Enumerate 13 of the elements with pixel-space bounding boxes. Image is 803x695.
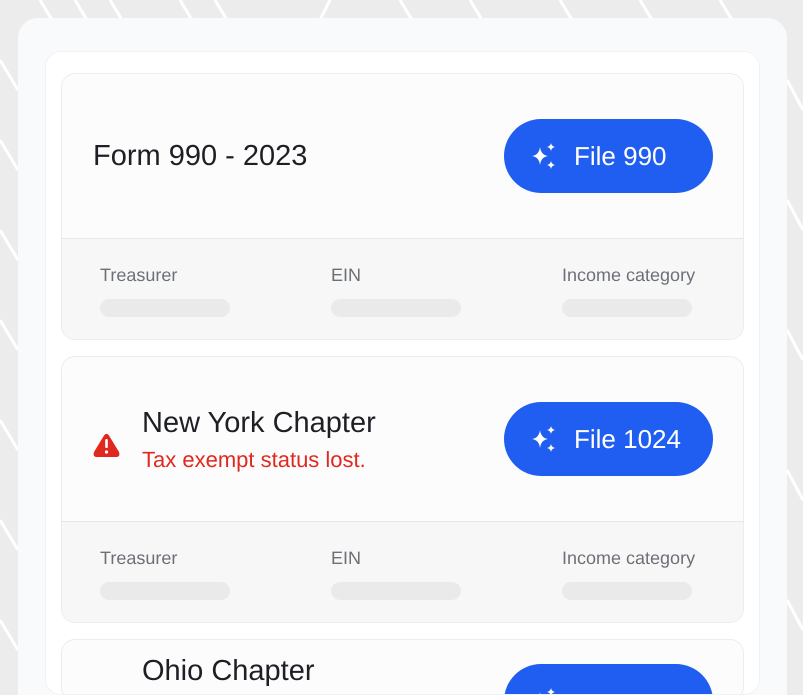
- field-label: Income category: [562, 547, 696, 570]
- field-label: EIN: [331, 547, 362, 570]
- field-label: Income category: [562, 264, 696, 287]
- warning-icon: [93, 432, 120, 458]
- card-title: Ohio Chapter: [142, 654, 314, 686]
- field-label: Treasurer: [100, 547, 178, 570]
- error-message: Tax exempt status lost.: [142, 446, 367, 474]
- card-title: New York Chapter: [142, 406, 376, 441]
- field-label: Treasurer: [100, 264, 178, 287]
- card-title: Form 990 - 2023: [93, 139, 308, 174]
- file-button[interactable]: File 990: [504, 119, 713, 193]
- field-label: EIN: [331, 264, 362, 287]
- file-button[interactable]: File 1024: [504, 402, 713, 476]
